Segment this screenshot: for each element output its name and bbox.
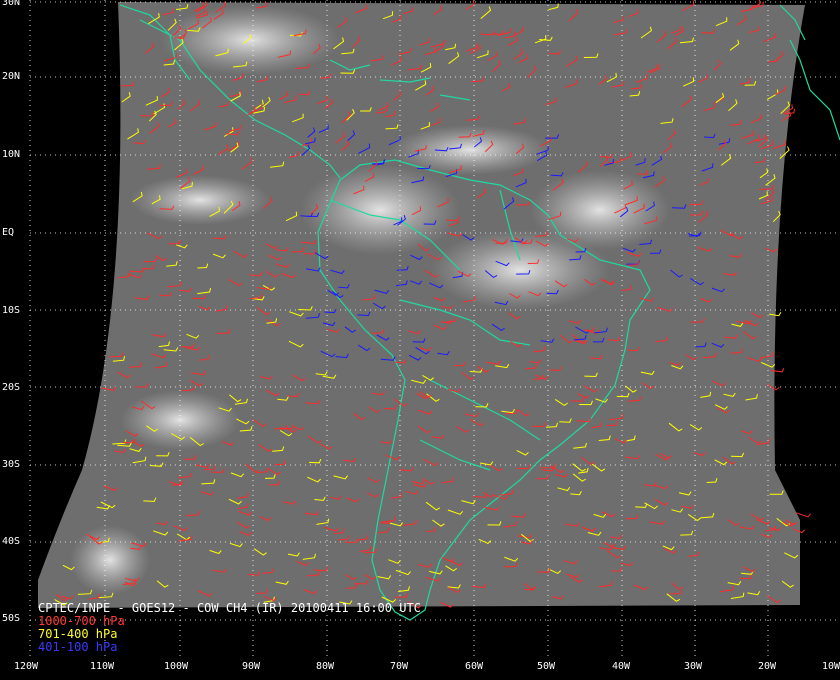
lat-label-eq: EQ <box>2 227 15 238</box>
lat-label-20n: 20N <box>2 71 21 82</box>
lon-label-100w: 100W <box>164 661 189 672</box>
lon-label-70w: 70W <box>390 661 409 672</box>
lat-label-40s: 40S <box>2 536 21 547</box>
lat-label-30n: 30N <box>2 0 21 8</box>
lon-label-60w: 60W <box>465 661 484 672</box>
lon-label-20w: 20W <box>758 661 777 672</box>
lon-label-80w: 80W <box>316 661 335 672</box>
wind-barb <box>795 512 811 518</box>
map-caption: CPTEC/INPE - GOES12 - COW CH4 (IR) 20100… <box>38 602 421 654</box>
lat-label-10n: 10N <box>2 149 21 160</box>
lon-label-120w: 120W <box>14 661 39 672</box>
satellite-wind-map: 30N 20N 10N EQ 10S 20S 30S 40S 50S 120W … <box>0 0 840 680</box>
lon-label-10w: 10W <box>822 661 840 672</box>
lat-label-50s: 50S <box>2 613 21 624</box>
lat-label-20s: 20S <box>2 382 21 393</box>
legend-high-level: 401-100 hPa <box>38 640 118 654</box>
lon-label-50w: 50W <box>537 661 556 672</box>
lat-label-30s: 30S <box>2 459 21 470</box>
lat-label-10s: 10S <box>2 305 21 316</box>
map-canvas <box>29 0 840 660</box>
lon-label-90w: 90W <box>242 661 261 672</box>
lon-label-30w: 30W <box>684 661 703 672</box>
lon-label-110w: 110W <box>90 661 115 672</box>
lon-label-40w: 40W <box>612 661 631 672</box>
